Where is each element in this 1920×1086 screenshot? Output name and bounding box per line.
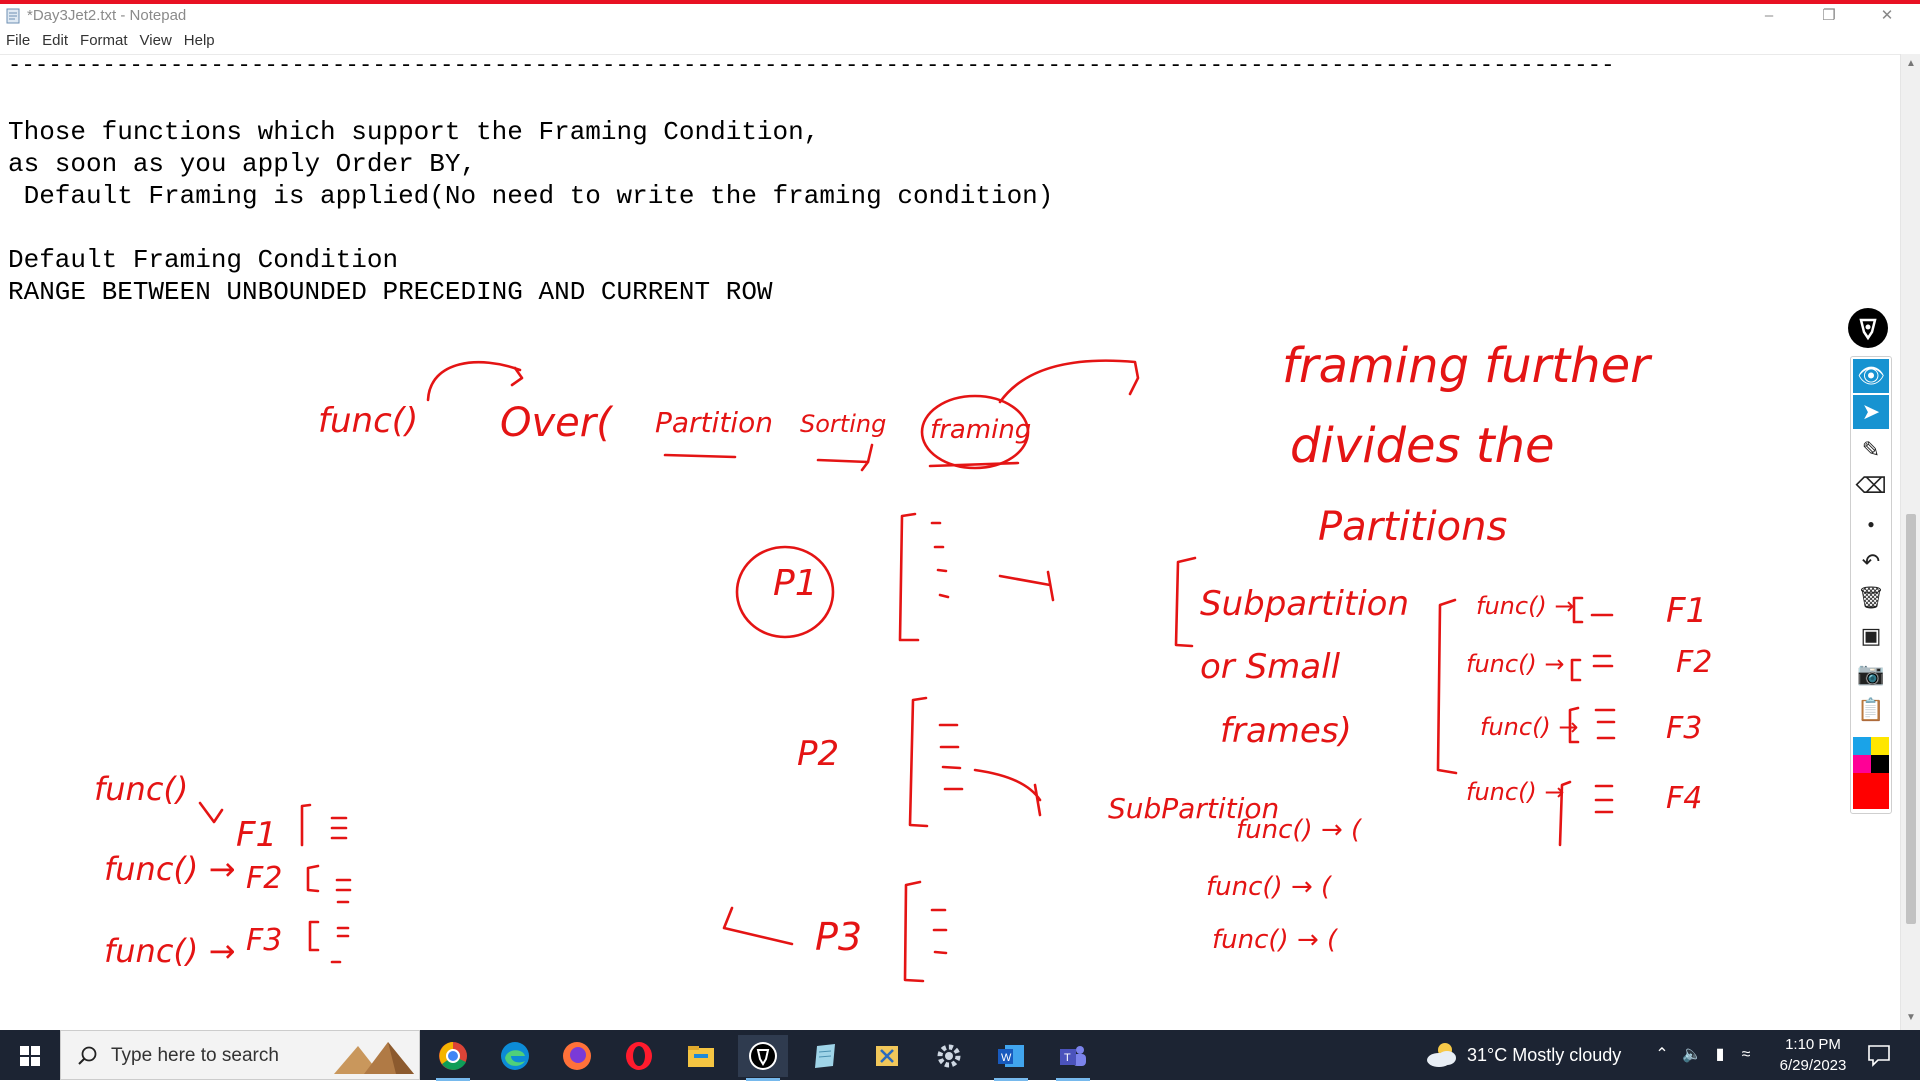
- teams-icon[interactable]: T: [1048, 1035, 1098, 1081]
- eye-icon[interactable]: 👁: [1853, 359, 1889, 393]
- window-title: *Day3Jet2.txt - Notepad: [27, 7, 187, 24]
- color-swatch-blue[interactable]: [1853, 737, 1871, 755]
- search-icon: [78, 1046, 97, 1065]
- pyramids-art-icon: [334, 1042, 414, 1074]
- dot-icon[interactable]: ●: [1853, 507, 1889, 541]
- chrome-icon[interactable]: [428, 1035, 478, 1081]
- edge-icon[interactable]: [490, 1035, 540, 1077]
- editor-line-7: Default Framing Condition: [8, 245, 399, 275]
- firefox-icon[interactable]: [552, 1035, 602, 1077]
- vertical-scrollbar[interactable]: ▲ ▼: [1900, 54, 1920, 1030]
- menu-file[interactable]: File: [0, 30, 36, 49]
- eraser-icon[interactable]: ⌫: [1853, 469, 1889, 503]
- whiteboard-icon[interactable]: ▣: [1853, 619, 1889, 653]
- cursor-icon[interactable]: ➤: [1853, 395, 1889, 429]
- restore-button[interactable]: ❐: [1800, 4, 1858, 30]
- wifi-icon[interactable]: ≈: [1734, 1030, 1758, 1080]
- settings-icon[interactable]: [924, 1035, 974, 1077]
- notepad-icon: [6, 8, 20, 24]
- svg-text:T: T: [1064, 1052, 1071, 1064]
- pen-toolbar: 👁 ➤ ✎ ⌫ ● ↶ 🗑 ▣ 📷 📋: [1850, 356, 1892, 814]
- close-button[interactable]: ✕: [1858, 4, 1916, 30]
- weather-text: 31°C Mostly cloudy: [1467, 1045, 1622, 1065]
- clock-time: 1:10 PM: [1785, 1036, 1841, 1053]
- scroll-down-icon[interactable]: ▼: [1905, 1012, 1917, 1024]
- clipboard-icon[interactable]: 📋: [1853, 693, 1889, 727]
- word-icon[interactable]: W: [986, 1035, 1036, 1081]
- chevron-up-icon[interactable]: ⌃: [1650, 1030, 1674, 1080]
- weather-widget[interactable]: 31°C Mostly cloudy: [1425, 1030, 1621, 1080]
- editor-line-3: Those functions which support the Framin…: [8, 117, 820, 147]
- editor-line-8: RANGE BETWEEN UNBOUNDED PRECEDING AND CU…: [8, 277, 773, 307]
- volume-icon[interactable]: 🔈: [1680, 1030, 1704, 1080]
- svg-text:W: W: [1001, 1052, 1012, 1064]
- scroll-thumb[interactable]: [1906, 514, 1916, 924]
- notepad-app-icon[interactable]: [800, 1035, 850, 1077]
- menu-help[interactable]: Help: [178, 30, 221, 49]
- editor-line-4: as soon as you apply Order BY,: [8, 149, 477, 179]
- color-swatch-black[interactable]: [1871, 755, 1889, 773]
- color-swatch-red[interactable]: [1853, 773, 1889, 809]
- file-explorer-icon[interactable]: [676, 1035, 726, 1077]
- minimize-button[interactable]: –: [1740, 4, 1798, 30]
- color-swatch-magenta[interactable]: [1853, 755, 1871, 773]
- weather-cloud-icon: [1427, 1043, 1456, 1067]
- editor-line-5: Default Framing is applied(No need to wr…: [8, 181, 1054, 211]
- camera-icon[interactable]: 📷: [1853, 657, 1889, 691]
- scroll-up-icon[interactable]: ▲: [1905, 58, 1917, 70]
- menu-view[interactable]: View: [134, 30, 178, 49]
- trash-icon[interactable]: 🗑: [1853, 581, 1889, 615]
- menu-format[interactable]: Format: [74, 30, 134, 49]
- notification-icon[interactable]: [1866, 1042, 1892, 1068]
- battery-icon[interactable]: ▮: [1708, 1030, 1732, 1080]
- start-button[interactable]: [0, 1030, 60, 1080]
- pen-icon[interactable]: ✎: [1853, 433, 1889, 467]
- menu-edit[interactable]: Edit: [36, 30, 74, 49]
- color-swatch-yellow[interactable]: [1871, 737, 1889, 755]
- clock[interactable]: 1:10 PM 6/29/2023: [1770, 1034, 1856, 1076]
- search-placeholder: Type here to search: [111, 1045, 279, 1066]
- opera-icon[interactable]: [614, 1035, 664, 1077]
- editor-line-1: ----------------------------------------…: [8, 53, 1615, 78]
- clock-date: 6/29/2023: [1779, 1057, 1847, 1074]
- snip-icon[interactable]: [862, 1035, 912, 1077]
- windows-logo-icon: [20, 1046, 40, 1066]
- taskbar: Type here to search W T 31°C Mostly clou…: [0, 1030, 1920, 1081]
- epicpen-icon[interactable]: [738, 1035, 788, 1081]
- pen-app-logo-icon[interactable]: [1848, 308, 1888, 348]
- undo-icon[interactable]: ↶: [1853, 545, 1889, 579]
- title-bar: *Day3Jet2.txt - Notepad – ❐ ✕: [0, 4, 1920, 30]
- text-editor[interactable]: ----------------------------------------…: [0, 53, 1900, 1031]
